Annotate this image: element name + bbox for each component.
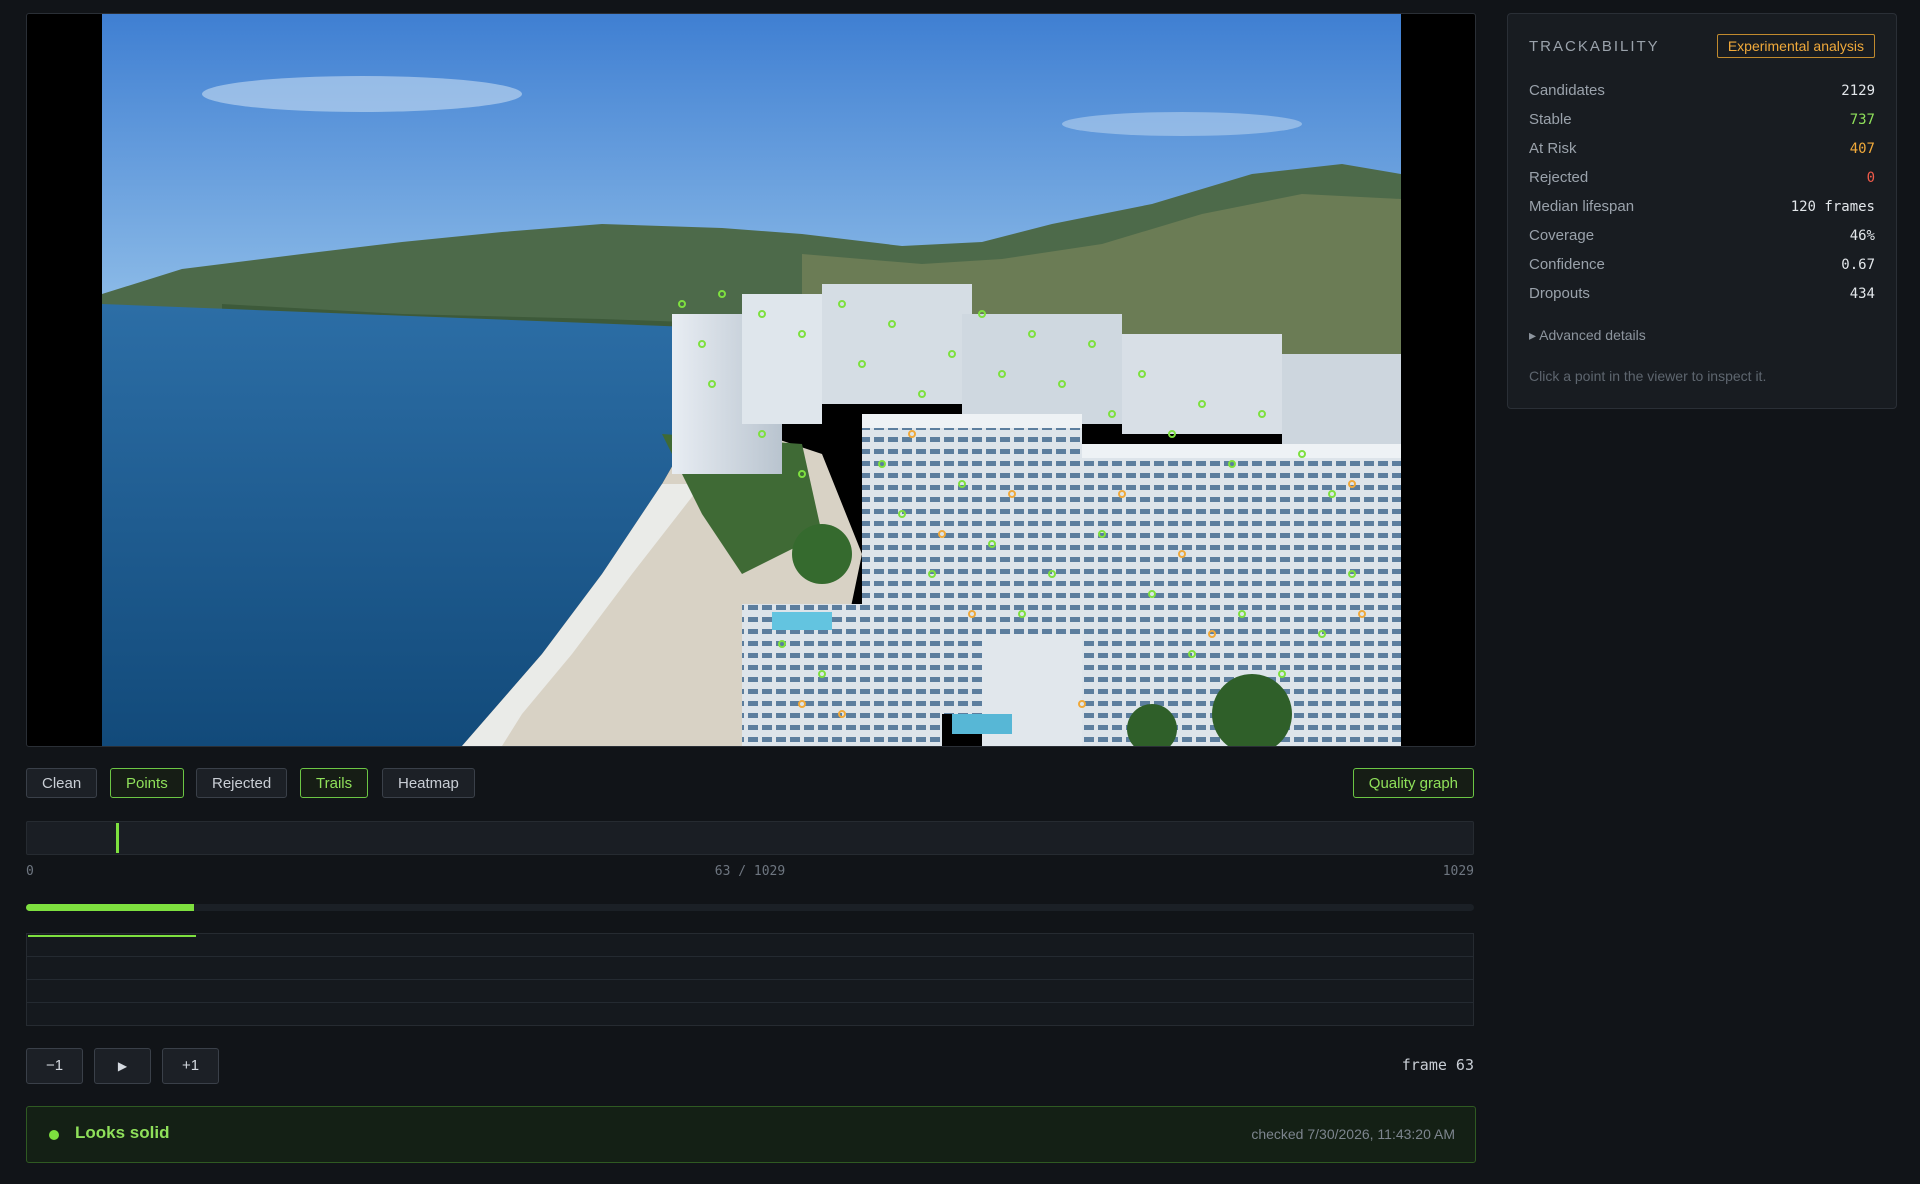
metric-value: 737 [1849,112,1875,128]
inspect-hint: Click a point in the viewer to inspect i… [1529,368,1767,384]
play-button[interactable]: ▶ [94,1048,151,1084]
metric-value: 0.67 [1841,257,1875,273]
metric-label: Candidates [1529,82,1605,99]
metric-stable: Stable 737 [1529,111,1875,133]
next-frame-button[interactable]: +1 [162,1048,219,1084]
metric-candidates: Candidates 2129 [1529,82,1875,104]
clean-button[interactable]: Clean [26,768,98,798]
metric-label: Stable [1529,111,1572,128]
metric-label: Confidence [1529,256,1605,273]
metric-value: 0 [1866,170,1875,186]
experimental-badge: Experimental analysis [1716,34,1875,58]
heatmap-button[interactable]: Heatmap [382,768,475,798]
metric-label: Dropouts [1529,285,1590,302]
analysis-progress-fill [26,904,194,911]
metric-at-risk: At Risk 407 [1529,140,1875,162]
status-dot-icon [49,1130,59,1140]
playhead-handle[interactable] [116,823,119,853]
metric-coverage: Coverage 46% [1529,227,1875,249]
panel-title: TRACKABILITY [1529,38,1660,55]
frame-indicator: frame 63 [1401,1056,1474,1074]
analysis-progress-bar [26,904,1474,911]
quality-graph-button[interactable]: Quality graph [1352,768,1474,798]
advanced-details-toggle[interactable]: ▸ Advanced details [1529,327,1646,344]
graph-gridline [27,956,1473,957]
metric-value: 407 [1849,141,1875,157]
aerial-coast-scene [102,14,1401,746]
metric-label: Coverage [1529,227,1595,244]
metric-value: 46% [1849,228,1875,244]
metric-rejected: Rejected 0 [1529,169,1875,191]
metric-value: 120 frames [1790,199,1875,215]
metric-label: Rejected [1529,169,1589,186]
trails-button[interactable]: Trails [300,768,369,798]
status-text: Looks solid [75,1123,170,1142]
metric-label: Median lifespan [1529,198,1635,215]
timeline-labels: 0 63 / 1029 1029 [26,864,1474,882]
metric-confidence: Confidence 0.67 [1529,256,1875,278]
status-banner: Looks solid checked 7/30/2026, 11:43:20 … [26,1106,1476,1163]
quality-graph [26,933,1474,1026]
quality-graph-line [28,935,196,937]
metric-dropouts: Dropouts 434 [1529,285,1875,307]
timeline-position-label: 63 / 1029 [714,864,786,879]
graph-gridline [27,1002,1473,1003]
rejected-button[interactable]: Rejected [196,768,288,798]
metric-value: 2129 [1841,83,1875,99]
graph-gridline [27,979,1473,980]
video-frame[interactable] [102,14,1401,746]
status-timestamp: checked 7/30/2026, 11:43:20 AM [1251,1126,1455,1142]
trackability-panel: TRACKABILITY Experimental analysis Candi… [1507,13,1897,409]
play-icon: ▶ [117,1059,128,1073]
metric-value: 434 [1849,286,1875,302]
view-mode-toolbar: Clean Points Rejected Trails Heatmap Qua… [26,768,1476,800]
timeline-end-label: 1029 [1442,864,1474,879]
metric-label: At Risk [1529,140,1577,157]
video-viewer[interactable] [26,13,1476,747]
points-button[interactable]: Points [110,768,184,798]
prev-frame-button[interactable]: −1 [26,1048,83,1084]
timeline-scrubber[interactable] [26,821,1474,855]
metric-median-lifespan: Median lifespan 120 frames [1529,198,1875,220]
